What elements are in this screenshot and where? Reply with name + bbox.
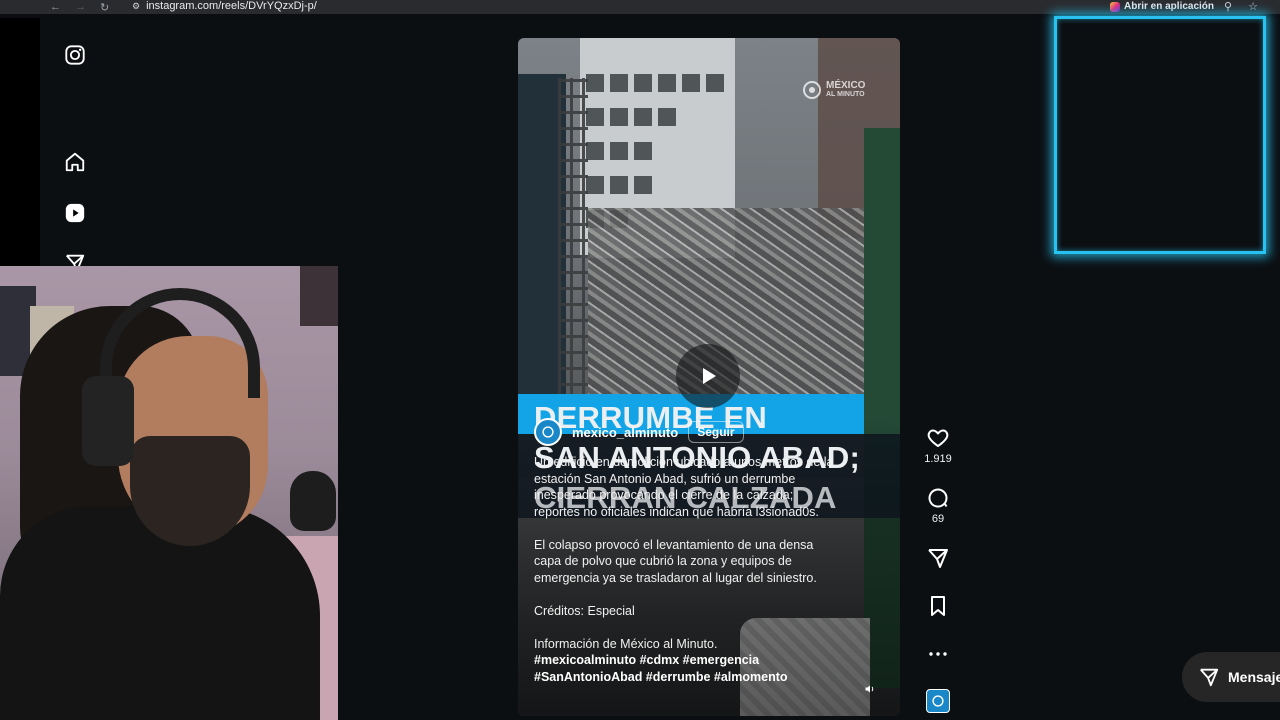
author-row: mexico_alminuto Seguir [534, 418, 744, 446]
more-action[interactable] [918, 642, 958, 666]
stream-cam-frame [1054, 16, 1266, 254]
caption-paragraph-4: Información de México al Minuto. [534, 636, 718, 651]
home-icon[interactable] [62, 149, 88, 175]
webcam-plush [290, 471, 336, 531]
video-scaffold [558, 78, 588, 418]
browser-nav: ← → ↻ [50, 0, 109, 14]
back-icon[interactable]: ← [50, 1, 61, 13]
reel-video[interactable]: MÉXICO AL MINUTO DERRUMBE EN SAN ANTONIO … [518, 38, 900, 716]
volume-icon[interactable] [864, 682, 880, 698]
avatar-logo-icon [542, 426, 554, 438]
caption-hashtags-2[interactable]: #SanAntonioAbad #derrumbe #almomento [534, 669, 834, 686]
like-action[interactable]: 1.919 [918, 426, 958, 465]
reload-icon[interactable]: ↻ [100, 1, 109, 14]
direct-message-icon [1200, 668, 1219, 687]
browser-actions: ⚲ ☆ [1224, 0, 1258, 13]
instagram-small-icon [1110, 1, 1120, 12]
messages-label: Mensajes [1228, 669, 1280, 685]
messages-button[interactable]: Mensajes [1182, 652, 1280, 702]
bookmark-star-icon[interactable]: ☆ [1248, 0, 1258, 13]
play-icon [703, 368, 716, 384]
audio-thumbnail[interactable] [926, 689, 950, 713]
reels-icon[interactable] [62, 200, 88, 226]
open-in-app-button[interactable]: Abrir en aplicación [1110, 0, 1214, 13]
address-bar[interactable]: ⚙ instagram.com/reels/DVrYQzxDj-p/ [132, 0, 317, 13]
screen: ← → ↻ ⚙ instagram.com/reels/DVrYQzxDj-p/… [0, 0, 1280, 720]
zoom-icon[interactable]: ⚲ [1224, 0, 1232, 13]
comment-action[interactable]: 69 [918, 486, 958, 525]
open-in-app-label: Abrir en aplicación [1124, 1, 1215, 12]
url-text[interactable]: instagram.com/reels/DVrYQzxDj-p/ [146, 0, 317, 12]
webcam-poster [300, 266, 338, 326]
save-action[interactable] [918, 594, 958, 618]
caption-paragraph-3: Créditos: Especial [534, 603, 635, 618]
caption-hashtags-1[interactable]: #mexicoalminuto #cdmx #emergencia [534, 652, 834, 669]
author-avatar[interactable] [534, 418, 562, 446]
forward-icon[interactable]: → [75, 1, 86, 13]
caption-paragraph-1: Un edificio en demolición ubicado a unos… [534, 455, 834, 519]
author-username[interactable]: mexico_alminuto [572, 425, 678, 440]
heart-icon[interactable] [926, 426, 950, 450]
share-icon[interactable] [926, 546, 950, 570]
comment-count: 69 [931, 513, 945, 525]
like-count: 1.919 [924, 453, 952, 465]
bookmark-icon[interactable] [926, 594, 950, 618]
channel-watermark: MÉXICO AL MINUTO [802, 80, 865, 100]
audio-logo-icon [932, 695, 944, 707]
instagram-logo-icon[interactable] [62, 42, 88, 68]
share-action[interactable] [918, 546, 958, 570]
more-icon[interactable] [926, 642, 950, 666]
streamer-webcam [0, 266, 338, 720]
watermark-line2: AL MINUTO [826, 91, 865, 98]
reel-caption: Un edificio en demolición ubicado a unos… [534, 454, 834, 685]
play-button[interactable] [676, 344, 740, 408]
comment-icon[interactable] [926, 486, 950, 510]
headset-cup [82, 376, 134, 466]
site-info-icon[interactable]: ⚙ [132, 1, 140, 12]
caption-paragraph-2: El colapso provocó el levantamiento de u… [534, 537, 817, 585]
follow-button[interactable]: Seguir [688, 421, 744, 443]
watermark-logo-icon [803, 81, 821, 99]
browser-toolbar: ← → ↻ ⚙ instagram.com/reels/DVrYQzxDj-p/… [0, 0, 1280, 14]
